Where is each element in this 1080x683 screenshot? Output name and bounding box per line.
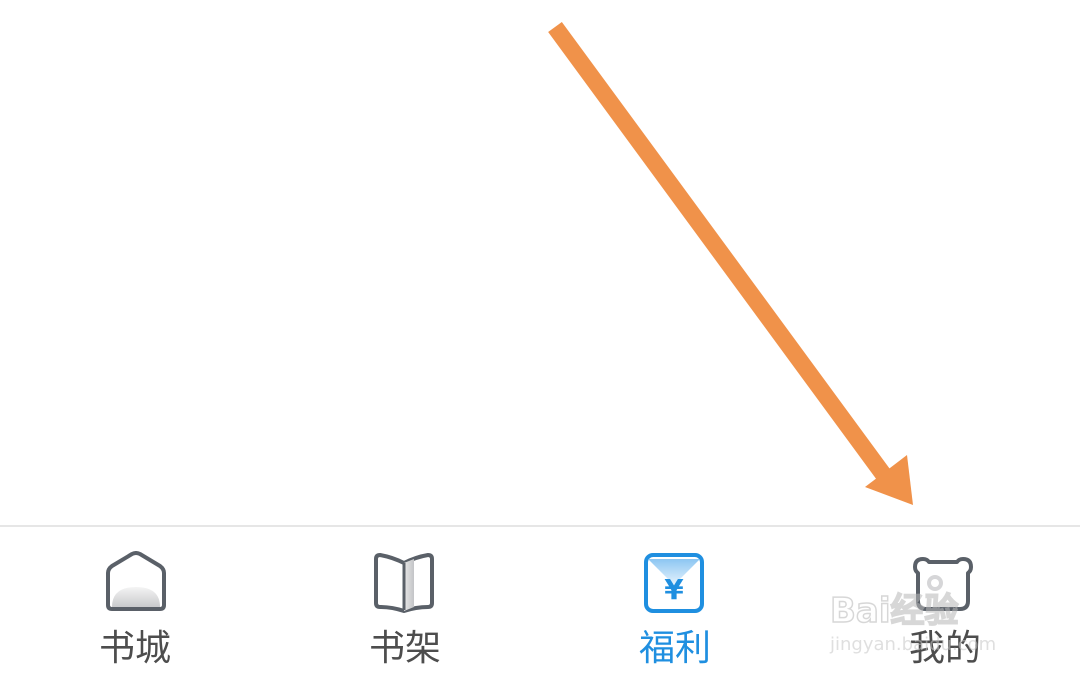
tab-welfare[interactable]: ¥ 福利 [540,527,810,683]
tab-label-bookstore: 书城 [98,628,171,669]
svg-text:¥: ¥ [664,573,684,606]
blank-content-area [0,0,1080,525]
book-icon [374,553,434,613]
tab-bookstore[interactable]: 书城 [0,527,270,683]
home-icon [106,551,166,611]
tab-bookshelf[interactable]: 书架 [270,527,540,683]
baidu-jingyan-watermark: Bai经验 jingyan.baidu.com [829,590,996,655]
app-screen: 书城 书架 ¥ 福利 我的 Bai经验 jingyan.baidu.com [0,0,1080,683]
yen-icon: ¥ [644,553,704,613]
watermark-brand: Bai经验 [830,591,959,631]
watermark-url: jingyan.baidu.com [829,634,996,655]
tab-label-bookshelf: 书架 [368,628,441,669]
tab-label-welfare: 福利 [638,628,711,669]
